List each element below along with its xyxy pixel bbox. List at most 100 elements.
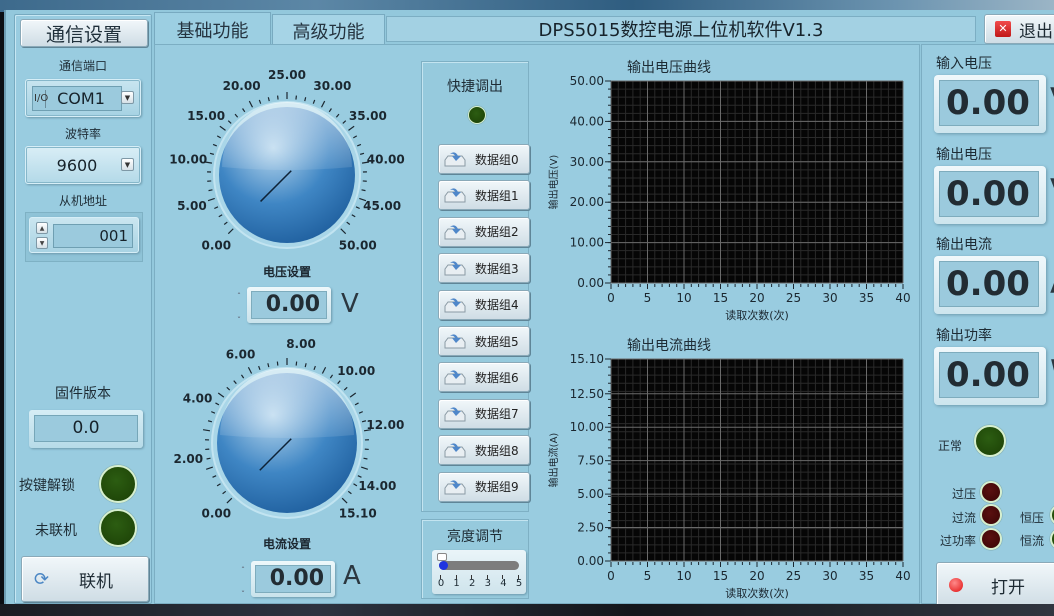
addr-input[interactable]: 001	[53, 224, 133, 248]
quick-group-button[interactable]: 数据组8	[438, 435, 530, 466]
knob-tick	[214, 206, 219, 210]
knob-tick	[218, 214, 223, 218]
knob-tick-label: 0.00	[201, 239, 231, 253]
knob-tick	[313, 365, 316, 371]
tray-download-icon	[443, 186, 467, 204]
output-open-button[interactable]: 打开	[936, 562, 1054, 608]
tab-basic[interactable]: 基础功能	[154, 12, 271, 46]
baud-select[interactable]: 9600 ▼	[25, 146, 141, 184]
quick-group-button[interactable]: 数据组1	[438, 180, 530, 211]
tray-download-icon	[443, 368, 467, 386]
slider-tick-label: 4	[500, 575, 507, 589]
brightness-slider[interactable]: 012345	[432, 550, 526, 594]
slider-tick-label: 3	[484, 575, 491, 589]
quick-group-button[interactable]: 数据组9	[438, 471, 530, 502]
port-field[interactable]: I/O COM1	[32, 86, 122, 111]
y-tick-label: 7.50	[577, 454, 604, 468]
app-window: 通信设置 通信端口 I/O COM1 ▼ 波特率 9600 ▼ 从机地址 ▲ ▼…	[4, 10, 1054, 608]
current-knob-area: 0.00 2.00 4.00 6.00 8.00 10.00 12.00 14.00 15.10	[155, 337, 421, 545]
knob-tick	[340, 228, 347, 235]
decrement-icon[interactable]: ▼	[36, 237, 48, 249]
tray-download-icon	[443, 405, 467, 423]
exit-button[interactable]: ✕ 退出	[984, 14, 1054, 44]
voltage-unit: V	[341, 289, 359, 319]
reading-box: 0.00	[934, 346, 1046, 405]
quick-group-label: 数据组5	[475, 334, 519, 349]
y-tick-label: 0.00	[577, 554, 604, 568]
slider-tick-label: 0	[437, 575, 445, 589]
knob-tick	[211, 411, 216, 414]
y-tick-label: 15.10	[570, 352, 604, 366]
knob-tick	[226, 497, 233, 504]
current-step-arrows[interactable]: ˆˇ	[241, 559, 245, 607]
voltage-set-input[interactable]: 0.00	[251, 291, 327, 319]
firmware-value: 0.0	[34, 415, 138, 442]
slider-tick-label: 1	[453, 575, 460, 589]
knob-tick	[216, 483, 221, 487]
knob-tick-label: 12.00	[366, 418, 404, 432]
quick-group-button[interactable]: 数据组4	[438, 289, 530, 320]
connect-label: 联机	[79, 571, 113, 592]
knob-tick	[205, 466, 214, 470]
x-tick-label: 5	[644, 291, 652, 305]
brightness-panel: 亮度调节 012345	[421, 519, 529, 599]
addr-stepper[interactable]: ▲ ▼ 001	[29, 217, 139, 253]
voltage-knob[interactable]: 0.00 5.00 10.00 15.00 20.00 25.00 30.00 35.00 40…	[155, 45, 421, 275]
port-select[interactable]: I/O COM1 ▼	[25, 79, 141, 117]
slider-fill	[439, 561, 448, 570]
slider-thumb[interactable]	[437, 553, 447, 561]
knob-tick	[361, 420, 367, 423]
current-knob[interactable]: 0.00 2.00 4.00 6.00 8.00 10.00 12.00 14.00 15.10	[155, 337, 421, 545]
voltage-set-label: 电压设置	[263, 265, 312, 279]
quick-group-label: 数据组1	[475, 188, 519, 203]
knob-tick	[267, 363, 270, 368]
current-set-input[interactable]: 0.00	[255, 565, 331, 593]
chevron-down-icon[interactable]: ▼	[121, 158, 134, 171]
reading-value: 0.00	[939, 261, 1039, 307]
x-tick-label: 0	[607, 569, 615, 583]
knob-tick	[353, 483, 358, 487]
knob-tick	[353, 135, 358, 139]
y-tick-label: 20.00	[570, 195, 604, 209]
knob-tick	[348, 125, 355, 131]
x-tick-label: 20	[749, 291, 764, 305]
quick-group-button[interactable]: 数据组7	[438, 398, 530, 429]
y-tick-label: 40.00	[570, 114, 604, 128]
slider-track[interactable]	[437, 553, 519, 570]
quick-group-button[interactable]: 数据组3	[438, 253, 530, 284]
baud-value: 9600	[56, 156, 98, 175]
reading-box: 0.00	[934, 256, 1046, 314]
slider-tick-label: 5	[515, 575, 523, 589]
quick-group-button[interactable]: 数据组2	[438, 216, 530, 247]
ovp-indicator	[980, 481, 1002, 503]
comm-settings-title[interactable]: 通信设置	[20, 19, 148, 47]
reading-value: 0.00	[939, 170, 1039, 217]
current-set-box: 0.00	[251, 561, 335, 597]
knob-tick	[207, 197, 215, 202]
chevron-down-icon[interactable]: ▼	[121, 91, 134, 104]
tray-download-icon	[443, 296, 467, 314]
connect-button[interactable]: ⟳ 联机	[21, 556, 149, 602]
y-tick-label: 5.00	[577, 487, 604, 501]
knob-tick	[335, 113, 340, 118]
knob-tick-label: 20.00	[223, 79, 261, 93]
increment-icon[interactable]: ▲	[36, 222, 48, 234]
x-tick-label: 15	[713, 569, 728, 583]
x-tick-label: 30	[822, 569, 837, 583]
knob-tick	[209, 152, 215, 155]
quick-group-label: 数据组9	[475, 480, 519, 495]
knob-tick	[361, 189, 366, 192]
brightness-title: 亮度调节	[447, 529, 503, 545]
quick-group-button[interactable]: 数据组6	[438, 362, 530, 393]
voltage-step-arrows[interactable]: ˆˇ	[237, 285, 241, 333]
y-tick-label: 10.00	[570, 420, 604, 434]
knob-tick-label: 25.00	[268, 68, 306, 82]
tray-download-icon	[443, 150, 467, 168]
quick-group-button[interactable]: 数据组0	[438, 144, 530, 174]
tab-advanced[interactable]: 高级功能	[272, 14, 385, 46]
tray-download-icon	[443, 441, 467, 459]
quick-group-button[interactable]: 数据组5	[438, 326, 530, 356]
reading-box: 0.00	[934, 165, 1046, 224]
quick-group-label: 数据组8	[475, 443, 519, 458]
knob-tick	[247, 366, 253, 374]
